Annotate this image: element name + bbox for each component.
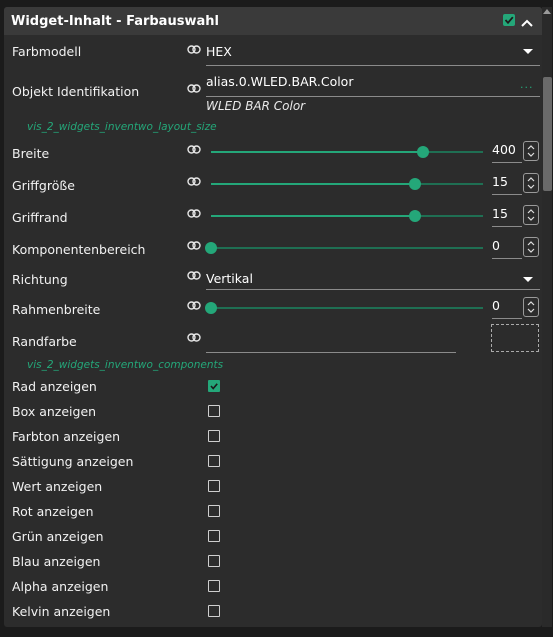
checkbox[interactable] — [208, 505, 220, 517]
spinner-arrows-icon — [527, 241, 535, 253]
griffrand-label: Griffrand — [12, 210, 68, 225]
rahmenbreite-value[interactable]: 0 — [492, 298, 500, 313]
checkbox[interactable] — [208, 405, 220, 417]
richtung-select[interactable]: Vertikal — [206, 271, 253, 286]
objekt-label: Objekt Identifikation — [12, 84, 140, 99]
check-icon — [504, 16, 514, 25]
link-icon[interactable] — [187, 45, 201, 54]
link-icon[interactable] — [187, 301, 201, 310]
checkbox-label: Wert anzeigen — [12, 479, 103, 494]
rahmenbreite-spinner[interactable] — [523, 297, 539, 317]
komponentenbereich-number-underline — [492, 258, 522, 259]
link-icon[interactable] — [187, 333, 201, 342]
scroll-up-arrow-icon[interactable] — [543, 9, 551, 14]
object-browse-button[interactable]: ... — [520, 78, 534, 91]
objekt-input[interactable]: alias.0.WLED.BAR.Color — [206, 74, 353, 89]
checkbox[interactable] — [208, 430, 220, 442]
griffrand-slider-fill — [211, 215, 415, 217]
checkbox-label: Alpha anzeigen — [12, 579, 109, 594]
checkbox[interactable] — [208, 555, 220, 567]
checkbox-label: Sättigung anzeigen — [12, 454, 134, 469]
griffgroesse-slider-thumb[interactable] — [409, 178, 421, 190]
objekt-underline — [206, 96, 540, 97]
spinner-arrows-icon — [527, 209, 535, 221]
checkbox[interactable] — [208, 530, 220, 542]
griffgroesse-slider-fill — [211, 183, 415, 185]
checkbox[interactable] — [208, 380, 220, 392]
header-enable-checkbox[interactable] — [503, 14, 515, 26]
spinner-arrows-icon — [527, 145, 535, 157]
link-icon[interactable] — [187, 271, 201, 280]
komponentenbereich-slider[interactable] — [205, 242, 483, 254]
griffrand-value[interactable]: 15 — [492, 206, 508, 221]
caret-down-icon[interactable] — [523, 277, 533, 282]
group-components: vis_2_widgets_inventwo_components — [27, 359, 224, 371]
color-swatch-button[interactable] — [491, 324, 539, 352]
panel-header[interactable]: Widget-Inhalt - Farbauswahl — [4, 7, 542, 35]
checkbox[interactable] — [208, 605, 220, 617]
spinner-arrows-icon — [527, 177, 535, 189]
checkbox-label: Grün anzeigen — [12, 529, 104, 544]
komponentenbereich-spinner[interactable] — [523, 237, 539, 257]
breite-slider[interactable] — [211, 146, 483, 158]
link-icon[interactable] — [187, 241, 201, 250]
spinner-arrows-icon — [527, 301, 535, 313]
komponentenbereich-label: Komponentenbereich — [12, 242, 146, 257]
komponentenbereich-value[interactable]: 0 — [492, 238, 500, 253]
checkbox-label: Kelvin anzeigen — [12, 604, 111, 619]
breite-number-underline — [492, 162, 522, 163]
griffrand-spinner[interactable] — [523, 205, 539, 225]
caret-down-icon[interactable] — [523, 49, 533, 54]
widget-content-panel: Widget-Inhalt - Farbauswahl Farbmodell H… — [4, 7, 542, 627]
checkbox[interactable] — [208, 455, 220, 467]
rahmenbreite-number-underline — [492, 318, 522, 319]
scrollbar-thumb[interactable] — [543, 77, 552, 191]
rahmenbreite-slider-thumb[interactable] — [205, 302, 217, 314]
checkbox[interactable] — [208, 480, 220, 492]
checkbox-label: Rad anzeigen — [12, 379, 97, 394]
panel-title: Widget-Inhalt - Farbauswahl — [11, 14, 219, 29]
breite-label: Breite — [12, 146, 50, 161]
griffgroesse-spinner[interactable] — [523, 173, 539, 193]
farbmodell-label: Farbmodell — [12, 44, 82, 59]
farbmodell-underline — [206, 65, 540, 66]
breite-slider-fill — [211, 151, 424, 153]
richtung-underline — [206, 289, 540, 290]
check-icon — [210, 383, 218, 390]
checkbox-label: Rot anzeigen — [12, 504, 94, 519]
checkbox[interactable] — [208, 580, 220, 592]
objekt-name: WLED BAR Color — [206, 99, 306, 113]
komponentenbereich-slider-thumb[interactable] — [205, 242, 217, 254]
richtung-label: Richtung — [12, 272, 68, 287]
randfarbe-underline — [206, 352, 456, 353]
breite-slider-thumb[interactable] — [417, 146, 430, 158]
breite-value[interactable]: 400 — [492, 142, 516, 157]
group-layout-size: vis_2_widgets_inventwo_layout_size — [27, 121, 217, 133]
griffrand-slider[interactable] — [211, 210, 483, 222]
griffgroesse-label: Griffgröße — [12, 178, 75, 193]
scrollbar[interactable] — [542, 7, 552, 627]
breite-spinner[interactable] — [523, 141, 539, 161]
griffrand-slider-thumb[interactable] — [409, 210, 421, 222]
checkbox-label: Farbton anzeigen — [12, 429, 121, 444]
checkbox-label: Box anzeigen — [12, 404, 97, 419]
randfarbe-label: Randfarbe — [12, 334, 77, 349]
griffgroesse-number-underline — [492, 194, 522, 195]
farbmodell-select[interactable]: HEX — [206, 44, 232, 59]
rahmenbreite-slider[interactable] — [205, 302, 483, 314]
link-icon[interactable] — [187, 209, 201, 218]
griffgroesse-slider[interactable] — [211, 178, 483, 190]
link-icon[interactable] — [187, 84, 201, 93]
checkbox-label: Blau anzeigen — [12, 554, 101, 569]
link-icon[interactable] — [187, 177, 201, 186]
chevron-up-icon[interactable] — [520, 14, 534, 27]
griffrand-number-underline — [492, 226, 522, 227]
griffgroesse-value[interactable]: 15 — [492, 174, 508, 189]
rahmenbreite-label: Rahmenbreite — [12, 302, 101, 317]
link-icon[interactable] — [187, 145, 201, 154]
